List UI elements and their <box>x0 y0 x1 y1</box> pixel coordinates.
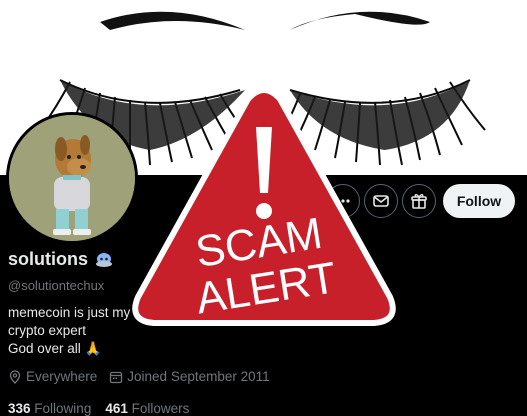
bio-line: God over all 🙏 <box>8 341 102 356</box>
bio-line: crypto expert <box>8 323 87 338</box>
location-pin-icon <box>9 369 21 384</box>
location: Everywhere <box>8 369 97 384</box>
following-label: Following <box>34 401 92 416</box>
calendar-icon <box>110 371 123 383</box>
bio-line: memecoin is just my t <box>8 305 138 320</box>
handle: @solutiontechux <box>8 278 105 293</box>
bio: memecoin is just my t crypto expert God … <box>8 304 138 358</box>
following-count: 336 <box>8 401 31 416</box>
followers-label: Followers <box>131 401 190 416</box>
avatar[interactable] <box>6 112 138 244</box>
alien-emoji-icon <box>96 252 112 267</box>
followers-count: 461 <box>105 401 128 416</box>
profile-meta: Everywhere Joined September 2011 <box>8 369 282 384</box>
gift-icon <box>411 194 427 209</box>
joined-text: Joined September 2011 <box>127 369 270 384</box>
location-text: Everywhere <box>26 369 98 384</box>
gift-button[interactable] <box>402 184 436 218</box>
display-name: solutions <box>8 249 114 270</box>
display-name-text: solutions <box>8 249 88 269</box>
follow-counts: 336 Following 461 Followers <box>8 401 189 416</box>
following-link[interactable]: 336 Following <box>8 401 91 416</box>
scam-alert-overlay: SCAM ALERT <box>128 85 400 340</box>
followers-link[interactable]: 461 Followers <box>105 401 189 416</box>
dog-avatar-image <box>9 115 135 241</box>
joined-date: Joined September 2011 <box>109 369 270 384</box>
follow-button[interactable]: Follow <box>443 184 515 218</box>
warning-triangle-icon: SCAM ALERT <box>132 87 396 326</box>
